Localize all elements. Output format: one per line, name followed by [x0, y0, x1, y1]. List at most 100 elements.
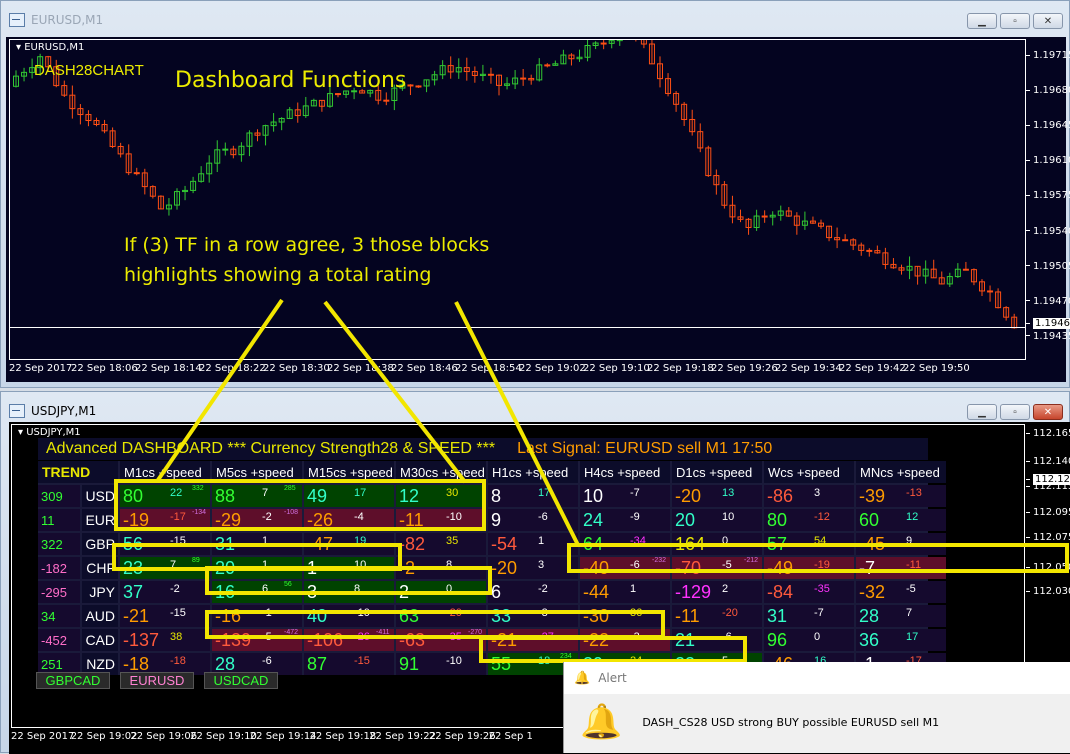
- strength-cell[interactable]: 31 1: [212, 533, 302, 555]
- strength-cell[interactable]: 96 0: [764, 629, 854, 651]
- strength-value: 12: [399, 486, 420, 506]
- strength-cell[interactable]: -29 -2 -108: [212, 509, 302, 531]
- minimize-button[interactable]: ▁: [967, 13, 997, 29]
- strength-cell[interactable]: -45 9: [856, 533, 946, 555]
- strength-value: -26: [307, 510, 334, 530]
- strength-cell[interactable]: 88 7 285: [212, 485, 302, 507]
- strength-cell[interactable]: 56 -15: [120, 533, 210, 555]
- strength-cell[interactable]: -26 -4: [304, 509, 394, 531]
- strength-cell[interactable]: -44 1: [580, 581, 670, 603]
- strength-cell[interactable]: 164 0: [672, 533, 762, 555]
- price-tick: 1.19540: [1026, 226, 1070, 237]
- close-button[interactable]: ✕: [1033, 404, 1063, 420]
- speed-value: -2: [170, 583, 180, 595]
- strength-cell[interactable]: -21 -15: [120, 605, 210, 627]
- pair-button-eurusd[interactable]: EURUSD: [120, 672, 194, 689]
- strength-cell[interactable]: -20 13: [672, 485, 762, 507]
- strength-cell[interactable]: 24 -9: [580, 509, 670, 531]
- strength-cell[interactable]: -11 -20: [672, 605, 762, 627]
- strength-cell[interactable]: -86 3: [764, 485, 854, 507]
- strength-cell[interactable]: -2 8: [396, 557, 486, 579]
- restore-button[interactable]: ▫: [1000, 13, 1030, 29]
- strength-cell[interactable]: -21 -27: [488, 629, 578, 651]
- strength-cell[interactable]: -70 -5 -212: [672, 557, 762, 579]
- speed-value: -11: [906, 559, 922, 571]
- strength-cell[interactable]: 1 10: [304, 557, 394, 579]
- strength-cell[interactable]: -11 -10: [396, 509, 486, 531]
- strength-cell[interactable]: -40 -6 -232: [580, 557, 670, 579]
- candle-body: [415, 85, 422, 88]
- strength-cell[interactable]: -7 -11: [856, 557, 946, 579]
- pair-button-usdcad[interactable]: USDCAD: [204, 672, 278, 689]
- strength-cell[interactable]: 49 17: [304, 485, 394, 507]
- strength-cell[interactable]: 40 -10: [304, 605, 394, 627]
- strength-cell[interactable]: 36 17: [856, 629, 946, 651]
- strength-value: -39: [859, 486, 886, 506]
- strength-cell[interactable]: -22 -3: [580, 629, 670, 651]
- speed-value: 30: [446, 487, 459, 499]
- strength-cell[interactable]: 91 -10: [396, 653, 486, 675]
- trend-total: 322: [38, 533, 80, 555]
- strength-cell[interactable]: -139 -5 -472: [212, 629, 302, 651]
- strength-cell[interactable]: 60 12: [856, 509, 946, 531]
- price-tick: 112.050: [1026, 562, 1070, 573]
- strength-cell[interactable]: 20 10: [672, 509, 762, 531]
- strength-cell[interactable]: 64 -34: [580, 533, 670, 555]
- close-button[interactable]: ✕: [1033, 13, 1063, 29]
- strength-value: 64: [583, 534, 604, 554]
- speed-value: -15: [170, 535, 186, 547]
- chart-canvas[interactable]: ▾ EURUSD,M1 DASH28CHART Dashboard Functi…: [6, 37, 1070, 382]
- strength-cell[interactable]: -129 2: [672, 581, 762, 603]
- strength-cell[interactable]: 80 -12: [764, 509, 854, 531]
- strength-cell[interactable]: 38: [304, 581, 394, 603]
- strength-cell[interactable]: -47 19: [304, 533, 394, 555]
- candle-body: [600, 42, 607, 45]
- strength-cell[interactable]: -84 -35: [764, 581, 854, 603]
- strength-cell[interactable]: -63 -35 -270: [396, 629, 486, 651]
- strength-cell[interactable]: 6 -2: [488, 581, 578, 603]
- strength-cell[interactable]: 21 -6: [672, 629, 762, 651]
- strength-cell[interactable]: 16 6 56: [212, 581, 302, 603]
- strength-cell[interactable]: 20 1: [212, 557, 302, 579]
- strength-cell[interactable]: 8 17: [488, 485, 578, 507]
- strength-cell[interactable]: 31 -7: [764, 605, 854, 627]
- speed-value: -15: [354, 655, 370, 667]
- strength-cell[interactable]: -49 -19: [764, 557, 854, 579]
- restore-button[interactable]: ▫: [1000, 404, 1030, 420]
- strength-cell[interactable]: -32 -5: [856, 581, 946, 603]
- speed-value: 18: [538, 655, 551, 667]
- candle-body: [520, 77, 527, 80]
- strength-cell[interactable]: 33 -3: [488, 605, 578, 627]
- strength-cell[interactable]: 37 -2: [120, 581, 210, 603]
- strength-cell[interactable]: 9 -6: [488, 509, 578, 531]
- minimize-button[interactable]: ▁: [967, 404, 997, 420]
- strength-value: 23: [123, 558, 144, 578]
- strength-cell[interactable]: 20: [396, 581, 486, 603]
- strength-value: -21: [123, 606, 150, 626]
- strength-value: 57: [767, 534, 788, 554]
- strength-cell[interactable]: 57 54: [764, 533, 854, 555]
- strength-cell[interactable]: 28 7: [856, 605, 946, 627]
- speed-value: -27: [538, 631, 554, 643]
- strength-cell[interactable]: -82 35: [396, 533, 486, 555]
- strength-cell[interactable]: -106 -26 -411: [304, 629, 394, 651]
- strength-cell[interactable]: -20 3: [488, 557, 578, 579]
- strength-cell[interactable]: -137 38: [120, 629, 210, 651]
- strength-cell[interactable]: 63 -20: [396, 605, 486, 627]
- strength-cell[interactable]: 23 7 89: [120, 557, 210, 579]
- strength-cell[interactable]: -19 -17 -134: [120, 509, 210, 531]
- pair-button-gbpcad[interactable]: GBPCAD: [36, 672, 110, 689]
- strength-cell[interactable]: -16 -1: [212, 605, 302, 627]
- strength-value: 1: [307, 558, 318, 578]
- strength-cell[interactable]: 10 -7: [580, 485, 670, 507]
- strength-value: -30: [583, 606, 610, 626]
- strength-cell[interactable]: -30 36: [580, 605, 670, 627]
- strength-cell[interactable]: 12 30: [396, 485, 486, 507]
- speed-value: -2: [262, 511, 272, 523]
- strength-cell[interactable]: -54 1: [488, 533, 578, 555]
- strength-value: 21: [675, 630, 696, 650]
- strength-cell[interactable]: 80 22 332: [120, 485, 210, 507]
- strength-cell[interactable]: -39 -13: [856, 485, 946, 507]
- strength-cell[interactable]: 87 -15: [304, 653, 394, 675]
- total-rating: 89: [192, 557, 200, 564]
